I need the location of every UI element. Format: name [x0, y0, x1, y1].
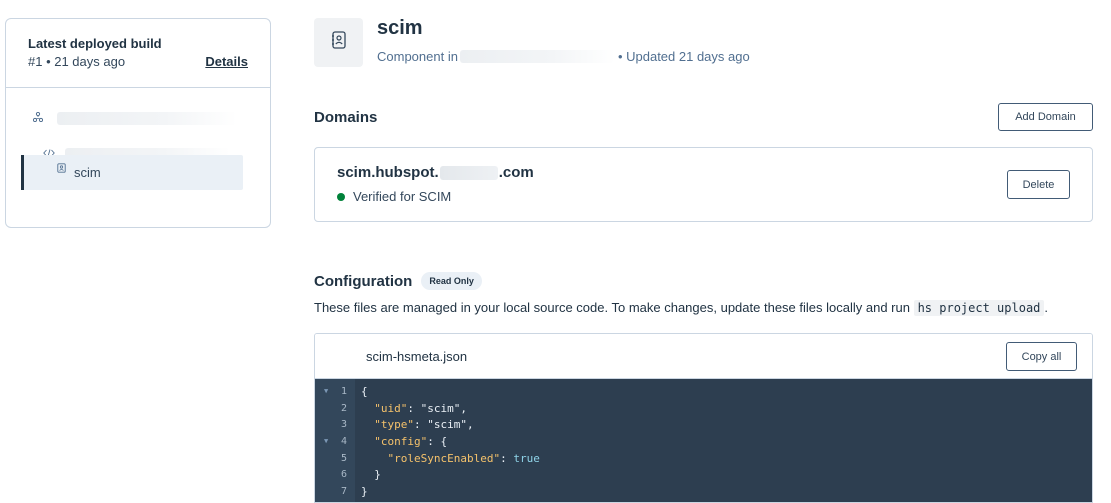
line-number: 2: [340, 402, 347, 414]
page-subtitle: Component in • Updated 21 days ago: [377, 49, 750, 64]
code-text: }: [361, 468, 381, 482]
delete-domain-button[interactable]: Delete: [1007, 170, 1070, 199]
domain-name-prefix: scim.hubspot.: [337, 164, 439, 181]
configuration-description: These files are managed in your local so…: [314, 300, 1049, 316]
redacted-app-name: [459, 50, 615, 63]
configuration-title-label: Configuration: [314, 272, 413, 290]
domain-card: scim.hubspot. .com Verified for SCIM Del…: [314, 147, 1093, 222]
line-number: 1: [340, 385, 347, 397]
line-number: 4: [340, 435, 347, 447]
project-icon: [32, 111, 47, 125]
redacted-project-name: [57, 111, 237, 125]
domains-title: Domains: [314, 109, 378, 126]
build-meta: #1 • 21 days ago: [28, 54, 126, 69]
tree-item-label: scim: [74, 165, 101, 180]
file-name: scim-hsmeta.json: [366, 349, 468, 364]
line-number: 5: [340, 452, 347, 464]
code-text: "roleSyncEnabled": true: [387, 451, 540, 465]
read-only-badge: Read Only: [421, 272, 482, 290]
subtitle-prefix: Component in: [377, 49, 458, 64]
fold-arrow-icon[interactable]: ▼: [324, 437, 328, 445]
tree-item-scim[interactable]: scim: [21, 155, 243, 190]
code-line: 3 "type": "scim",: [315, 416, 1092, 433]
fold-arrow-icon[interactable]: ▼: [324, 387, 328, 395]
code-text: "uid": "scim",: [374, 401, 467, 415]
domain-status: Verified for SCIM: [337, 189, 451, 204]
tree-item-project[interactable]: [32, 108, 237, 128]
file-header: scim-hsmeta.json Copy all: [315, 334, 1092, 379]
upload-command: hs project upload: [913, 300, 1045, 316]
contact-book-icon: [331, 31, 347, 54]
component-icon-box: [314, 18, 363, 67]
code-line: 2 "uid": "scim",: [315, 400, 1092, 417]
details-link[interactable]: Details: [205, 54, 248, 69]
description-suffix: .: [1044, 300, 1049, 315]
config-file-viewer: scim-hsmeta.json Copy all ▼ 1 { 2 "uid":…: [314, 333, 1093, 503]
component-icon: [57, 163, 71, 176]
line-number: 6: [340, 469, 347, 481]
status-dot-icon: [337, 192, 345, 201]
code-line: 5 "roleSyncEnabled": true: [315, 450, 1092, 467]
code-text: }: [361, 484, 368, 498]
domain-name: scim.hubspot. .com: [337, 164, 534, 181]
subtitle-suffix: • Updated 21 days ago: [617, 49, 750, 64]
code-line: 7 }: [315, 483, 1092, 500]
code-line: ▼ 1 {: [315, 383, 1092, 400]
page-title: scim: [377, 17, 423, 39]
build-card-header: Latest deployed build #1 • 21 days ago D…: [6, 19, 270, 88]
redacted-domain: [439, 165, 498, 180]
code-editor[interactable]: ▼ 1 { 2 "uid": "scim", 3 "type": "scim",…: [315, 379, 1092, 502]
copy-all-button[interactable]: Copy all: [1006, 342, 1077, 371]
add-domain-button[interactable]: Add Domain: [998, 103, 1093, 131]
line-number: 3: [340, 419, 347, 431]
code-text: "type": "scim",: [374, 418, 474, 432]
domain-status-label: Verified for SCIM: [353, 189, 452, 204]
line-number: 7: [340, 485, 347, 497]
code-text: {: [361, 384, 368, 398]
code-text: "config": {: [374, 434, 448, 448]
code-line: 6 }: [315, 466, 1092, 483]
domain-name-suffix: .com: [498, 164, 534, 181]
configuration-title: Configuration Read Only: [314, 272, 482, 290]
build-title: Latest deployed build: [28, 36, 162, 51]
code-line: ▼ 4 "config": {: [315, 433, 1092, 450]
description-text: These files are managed in your local so…: [314, 300, 910, 315]
